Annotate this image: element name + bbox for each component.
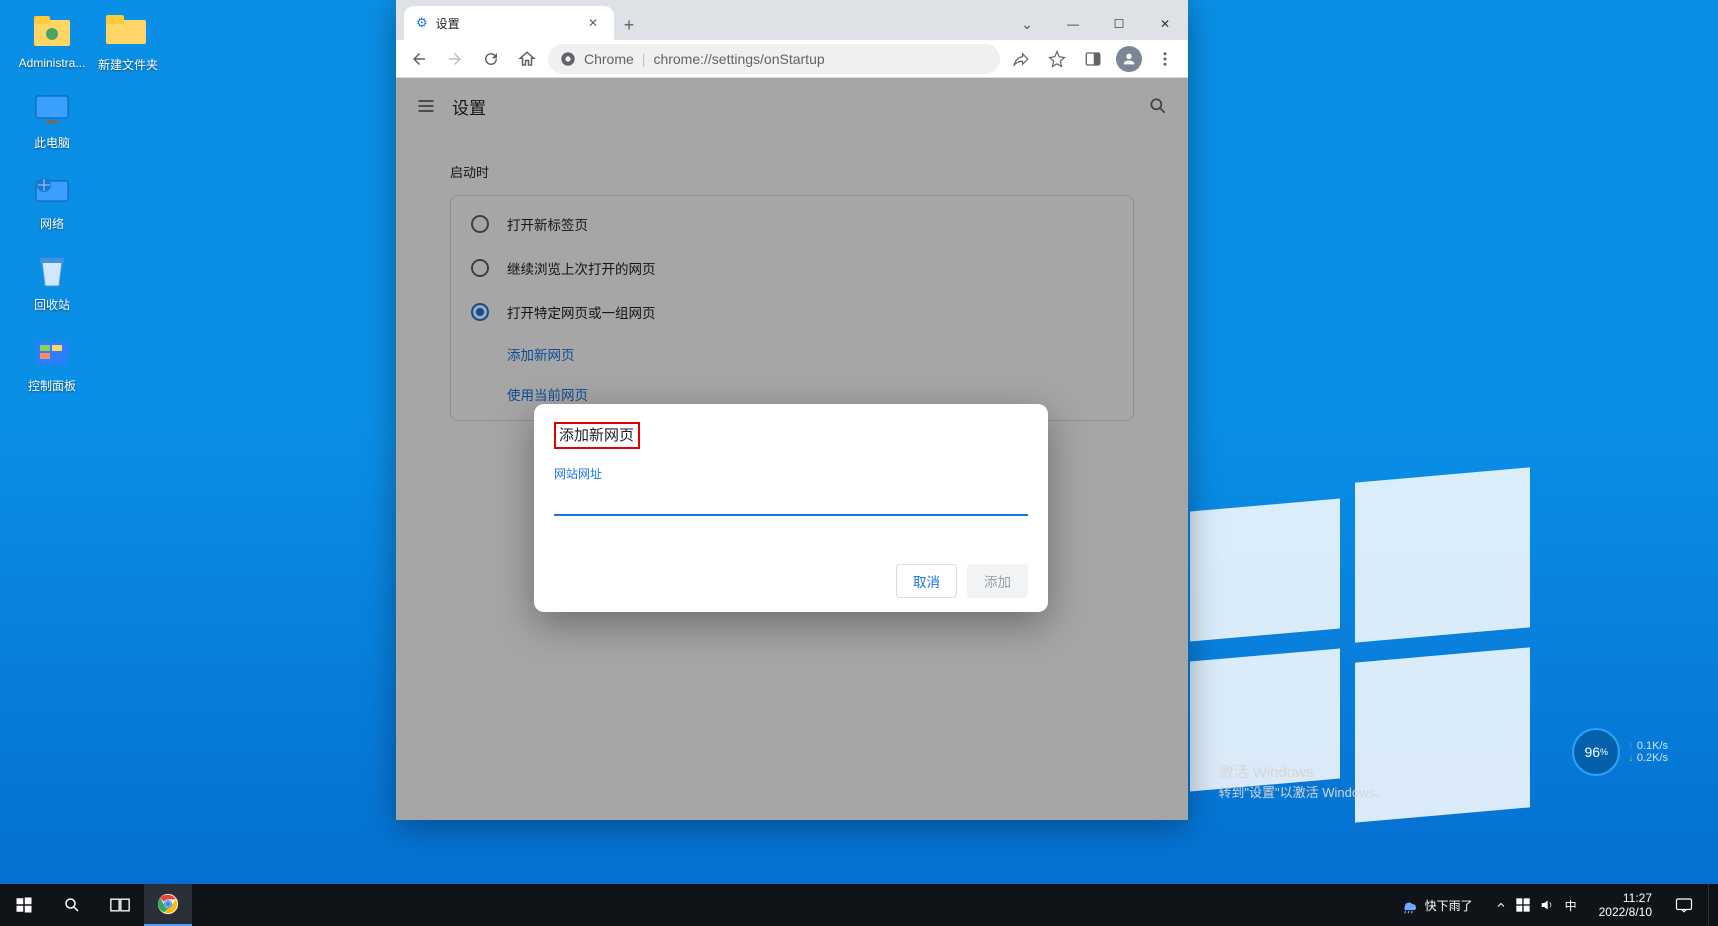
nav-forward-button[interactable]	[440, 44, 470, 74]
tray-security-icon[interactable]	[1515, 897, 1531, 913]
tab-close-button[interactable]: ✕	[584, 14, 602, 32]
tab-title: 设置	[436, 15, 460, 32]
clock-time: 11:27	[1599, 891, 1652, 905]
desktop-icon-network[interactable]: 网络	[14, 171, 90, 232]
add-page-dialog: 添加新网页 网站网址 取消 添加	[534, 404, 1048, 612]
profile-avatar[interactable]	[1114, 44, 1144, 74]
window-controls: ⌄ — ☐ ✕	[1004, 8, 1188, 40]
watermark-line1: 激活 Windows	[1218, 761, 1388, 782]
gear-icon: ⚙	[416, 15, 428, 31]
new-tab-button[interactable]: +	[614, 10, 644, 40]
action-center-button[interactable]	[1664, 884, 1704, 926]
download-speed: 0.2K/s	[1637, 752, 1668, 764]
chrome-content: 设置 启动时 打开新标签页 继续浏览上次打开的网页	[396, 78, 1188, 820]
avatar-icon	[1116, 46, 1142, 72]
taskbar-clock[interactable]: 11:27 2022/8/10	[1591, 891, 1660, 919]
browser-tab-settings[interactable]: ⚙ 设置 ✕	[404, 6, 614, 40]
tray-chevron-up-icon[interactable]	[1495, 899, 1507, 911]
upload-speed: 0.1K/s	[1637, 740, 1668, 752]
dialog-title: 添加新网页	[554, 422, 640, 449]
dialog-actions: 取消 添加	[554, 564, 1028, 598]
windows-activation-watermark: 激活 Windows 转到"设置"以激活 Windows。	[1218, 761, 1388, 801]
desktop-icon-recycle-bin[interactable]: 回收站	[14, 252, 90, 313]
weather-icon	[1399, 896, 1419, 914]
address-chip: Chrome	[584, 51, 634, 67]
tray-volume-icon[interactable]	[1539, 897, 1555, 913]
bookmark-star-icon[interactable]	[1042, 44, 1072, 74]
taskbar: 快下雨了 中 11:27 2022/8/10	[0, 884, 1718, 926]
task-view-button[interactable]	[96, 884, 144, 926]
window-dropdown-button[interactable]: ⌄	[1004, 8, 1050, 40]
desktop-icon-new-folder[interactable]: 新建文件夹	[90, 12, 166, 73]
desktop-icon-label: 网络	[14, 215, 90, 232]
desktop-icon-label: Administra...	[14, 56, 90, 70]
side-panel-icon[interactable]	[1078, 44, 1108, 74]
chrome-titlebar: ⚙ 设置 ✕ + ⌄ — ☐ ✕	[396, 0, 1188, 40]
share-icon[interactable]	[1006, 44, 1036, 74]
globe-monitor-icon	[28, 171, 76, 211]
desktop-icon-label: 回收站	[14, 296, 90, 313]
desktop-icon-control-panel[interactable]: 控制面板	[14, 333, 90, 394]
url-field-label: 网站网址	[554, 465, 1028, 482]
watermark-line2: 转到"设置"以激活 Windows。	[1218, 782, 1388, 801]
desktop-icon-label: 控制面板	[14, 377, 90, 394]
desktop: Administra... 此电脑 网络 回收站 控制面板	[0, 0, 1718, 926]
window-minimize-button[interactable]: —	[1050, 8, 1096, 40]
battery-percent-circle: 96%	[1572, 728, 1620, 776]
folder-icon	[104, 12, 152, 52]
chrome-logo-icon	[560, 51, 576, 67]
desktop-icon-label: 新建文件夹	[90, 56, 166, 73]
desktop-icons: Administra... 此电脑 网络 回收站 控制面板	[14, 12, 90, 414]
taskbar-right: 快下雨了 中 11:27 2022/8/10	[1389, 884, 1718, 926]
nav-home-button[interactable]	[512, 44, 542, 74]
tray-ime-indicator[interactable]: 中	[1563, 897, 1579, 914]
control-panel-icon	[28, 333, 76, 373]
window-close-button[interactable]: ✕	[1142, 8, 1188, 40]
cancel-button[interactable]: 取消	[896, 564, 957, 598]
address-bar[interactable]: Chrome | chrome://settings/onStartup	[548, 44, 1000, 74]
add-button[interactable]: 添加	[967, 564, 1028, 598]
desktop-icon-label: 此电脑	[14, 134, 90, 151]
show-desktop-button[interactable]	[1708, 884, 1714, 926]
nav-reload-button[interactable]	[476, 44, 506, 74]
search-button[interactable]	[48, 884, 96, 926]
chrome-window: ⚙ 设置 ✕ + ⌄ — ☐ ✕	[396, 0, 1188, 820]
monitor-icon	[28, 90, 76, 130]
chrome-toolbar: Chrome | chrome://settings/onStartup	[396, 40, 1188, 78]
window-maximize-button[interactable]: ☐	[1096, 8, 1142, 40]
net-speeds: ↑ 0.1K/s ↓ 0.2K/s	[1628, 740, 1668, 764]
desktop-icon-this-pc[interactable]: 此电脑	[14, 90, 90, 151]
nav-back-button[interactable]	[404, 44, 434, 74]
clock-date: 2022/8/10	[1599, 905, 1652, 919]
system-tray: 中	[1487, 897, 1587, 914]
start-button[interactable]	[0, 884, 48, 926]
taskbar-left	[0, 884, 192, 926]
weather-text: 快下雨了	[1425, 897, 1473, 914]
network-speed-widget[interactable]: 96% ↑ 0.1K/s ↓ 0.2K/s	[1572, 728, 1668, 776]
url-input[interactable]	[554, 484, 1028, 516]
address-url: chrome://settings/onStartup	[653, 51, 824, 67]
desktop-icon-administrator[interactable]: Administra...	[14, 12, 90, 70]
percent-value: 96	[1584, 744, 1600, 760]
user-folder-icon	[28, 12, 76, 52]
taskbar-weather[interactable]: 快下雨了	[1389, 896, 1483, 914]
recycle-bin-icon	[28, 252, 76, 292]
taskbar-app-chrome[interactable]	[144, 884, 192, 926]
chrome-menu-button[interactable]	[1150, 44, 1180, 74]
